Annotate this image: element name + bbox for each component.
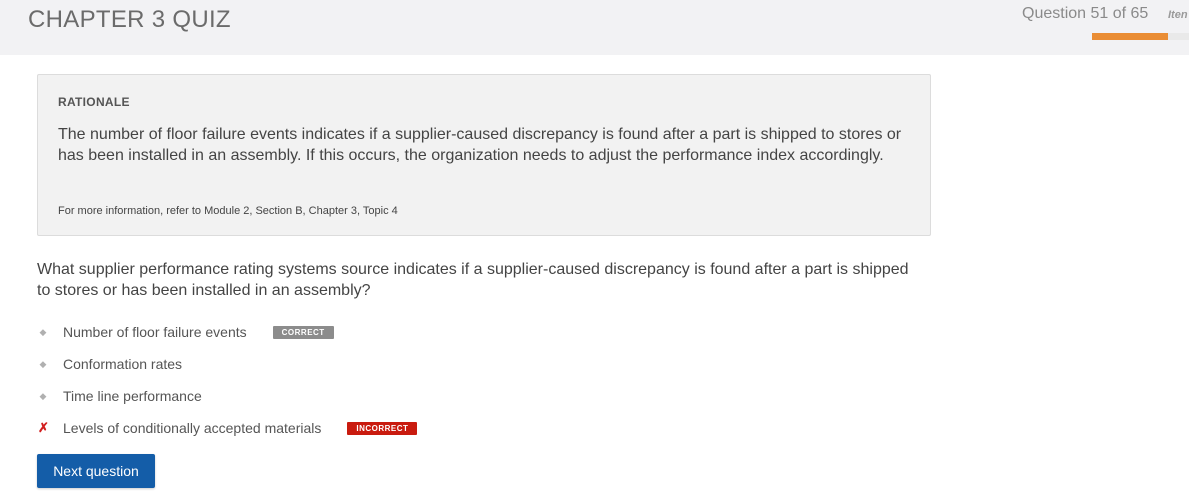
quiz-progress-fill [1092,33,1168,40]
quiz-header: CHAPTER 3 QUIZ Question 51 of 65 Iten [0,0,1189,55]
diamond-bullet-icon: ◆ [39,326,47,337]
items-link[interactable]: Iten [1168,9,1188,21]
answer-option[interactable]: ◆ Conformation rates [34,348,734,380]
rationale-panel: RATIONALE The number of floor failure ev… [37,74,931,236]
question-prompt: What supplier performance rating systems… [37,261,909,299]
answer-option-label: Number of floor failure events [63,324,247,340]
cross-mark-icon: ✗ [38,420,49,435]
quiz-title: CHAPTER 3 QUIZ [28,6,231,33]
correct-badge: CORRECT [272,325,334,339]
diamond-bullet-icon: ◆ [39,358,47,369]
answer-options: ◆ Number of floor failure events CORRECT… [34,316,734,444]
next-question-button[interactable]: Next question [37,454,155,488]
incorrect-badge: INCORRECT [347,421,418,435]
diamond-bullet-icon: ◆ [39,390,47,401]
answer-option-label: Time line performance [63,388,202,404]
answer-option-label: Levels of conditionally accepted materia… [63,420,322,436]
answer-option-label: Conformation rates [63,356,183,372]
answer-option[interactable]: ✗ Levels of conditionally accepted mater… [34,412,734,444]
rationale-heading: RATIONALE [58,95,130,109]
question-counter: Question 51 of 65 [1022,5,1149,22]
answer-option[interactable]: ◆ Number of floor failure events CORRECT [34,316,734,348]
quiz-progress-bar [1092,33,1189,40]
rationale-reference: For more information, refer to Module 2,… [58,205,398,217]
rationale-text: The number of floor failure events indic… [58,126,902,164]
answer-option[interactable]: ◆ Time line performance [34,380,734,412]
